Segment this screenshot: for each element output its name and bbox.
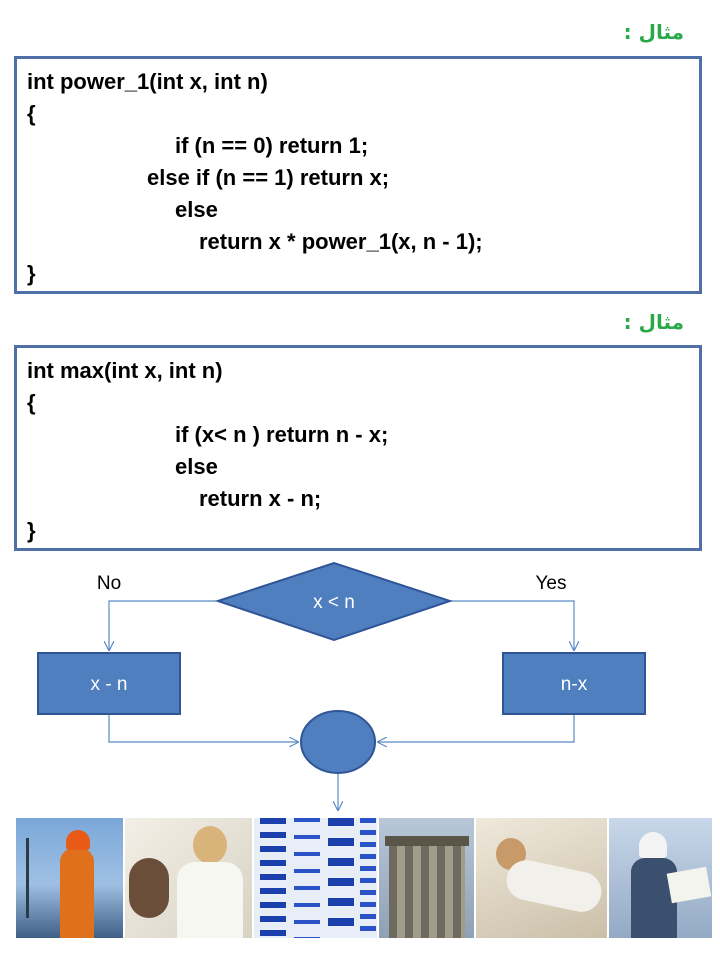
process-left-text: x - n (91, 674, 128, 695)
connector-left-merge (108, 714, 298, 742)
photo-building (376, 818, 475, 938)
photo-engineers (606, 818, 712, 938)
connector-no (109, 600, 218, 650)
merge-connector (300, 710, 376, 774)
connector-yes (450, 600, 574, 650)
photo-strip (16, 818, 712, 938)
photo-office-people (123, 818, 252, 938)
decision-text: x < n (313, 592, 355, 613)
photo-relaxing-man (474, 818, 607, 938)
photo-worker-helmet (16, 818, 124, 938)
yes-label: Yes (536, 573, 567, 594)
no-label: No (97, 573, 121, 594)
flowchart: x < n No Yes x - n n-x (37, 561, 646, 960)
photo-dna-gel (251, 818, 377, 938)
process-right-text: n-x (561, 674, 588, 695)
connector-right-merge (378, 714, 575, 742)
